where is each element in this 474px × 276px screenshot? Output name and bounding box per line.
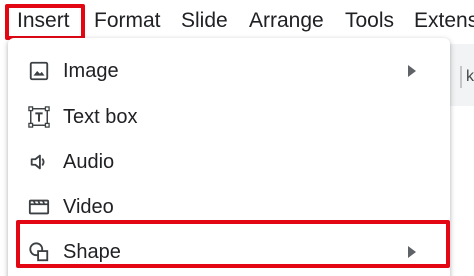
menu-slide[interactable]: Slide — [181, 0, 228, 42]
insert-dropdown-menu: Image Text box Audio Video Shape — [8, 38, 450, 276]
video-icon — [28, 196, 50, 218]
submenu-arrow-icon — [408, 246, 416, 258]
toolbar-partial-glyph: k — [466, 68, 474, 85]
menu-item-shape[interactable]: Shape — [8, 229, 450, 275]
menu-item-image[interactable]: Image — [8, 48, 450, 94]
menu-insert[interactable]: Insert — [5, 0, 81, 42]
menu-item-label: Shape — [63, 241, 121, 263]
toolbar-divider — [460, 66, 462, 88]
shape-icon — [28, 241, 50, 263]
menu-item-label: Video — [63, 196, 114, 218]
menu-item-label: Audio — [63, 151, 115, 173]
menu-arrange[interactable]: Arrange — [249, 0, 324, 42]
audio-icon — [28, 151, 50, 173]
submenu-arrow-icon — [408, 65, 416, 77]
menu-tools[interactable]: Tools — [345, 0, 394, 42]
menu-extensions[interactable]: Extens — [414, 0, 474, 42]
screen: k Insert Format Slide Arrange Tools Exte… — [0, 0, 474, 276]
menubar: Insert Format Slide Arrange Tools Extens — [0, 0, 474, 42]
menu-format[interactable]: Format — [94, 0, 161, 42]
menu-item-text-box[interactable]: Text box — [8, 94, 450, 140]
image-icon — [28, 60, 50, 82]
menu-item-video[interactable]: Video — [8, 184, 450, 230]
menu-item-label: Image — [63, 60, 119, 82]
text-box-icon — [28, 106, 50, 128]
menu-item-audio[interactable]: Audio — [8, 139, 450, 185]
menu-item-label: Text box — [63, 106, 138, 128]
